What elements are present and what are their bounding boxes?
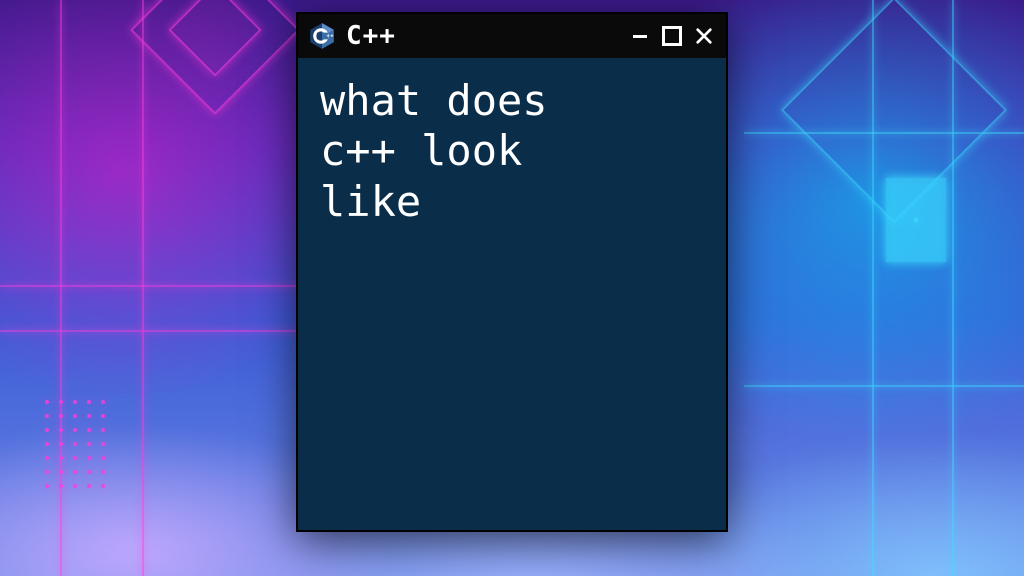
terminal-content: what does c++ look like [298, 58, 726, 530]
svg-text:+: + [330, 34, 334, 40]
maximize-button[interactable] [660, 24, 684, 48]
window-controls [628, 24, 716, 48]
titlebar[interactable]: + + C++ [298, 14, 726, 58]
window-title: C++ [346, 21, 396, 51]
minimize-button[interactable] [628, 24, 652, 48]
title-left: + + C++ [308, 21, 618, 51]
close-button[interactable] [692, 24, 716, 48]
app-window: + + C++ what does c++ look like [296, 12, 728, 532]
cpp-hex-icon: + + [308, 22, 336, 50]
